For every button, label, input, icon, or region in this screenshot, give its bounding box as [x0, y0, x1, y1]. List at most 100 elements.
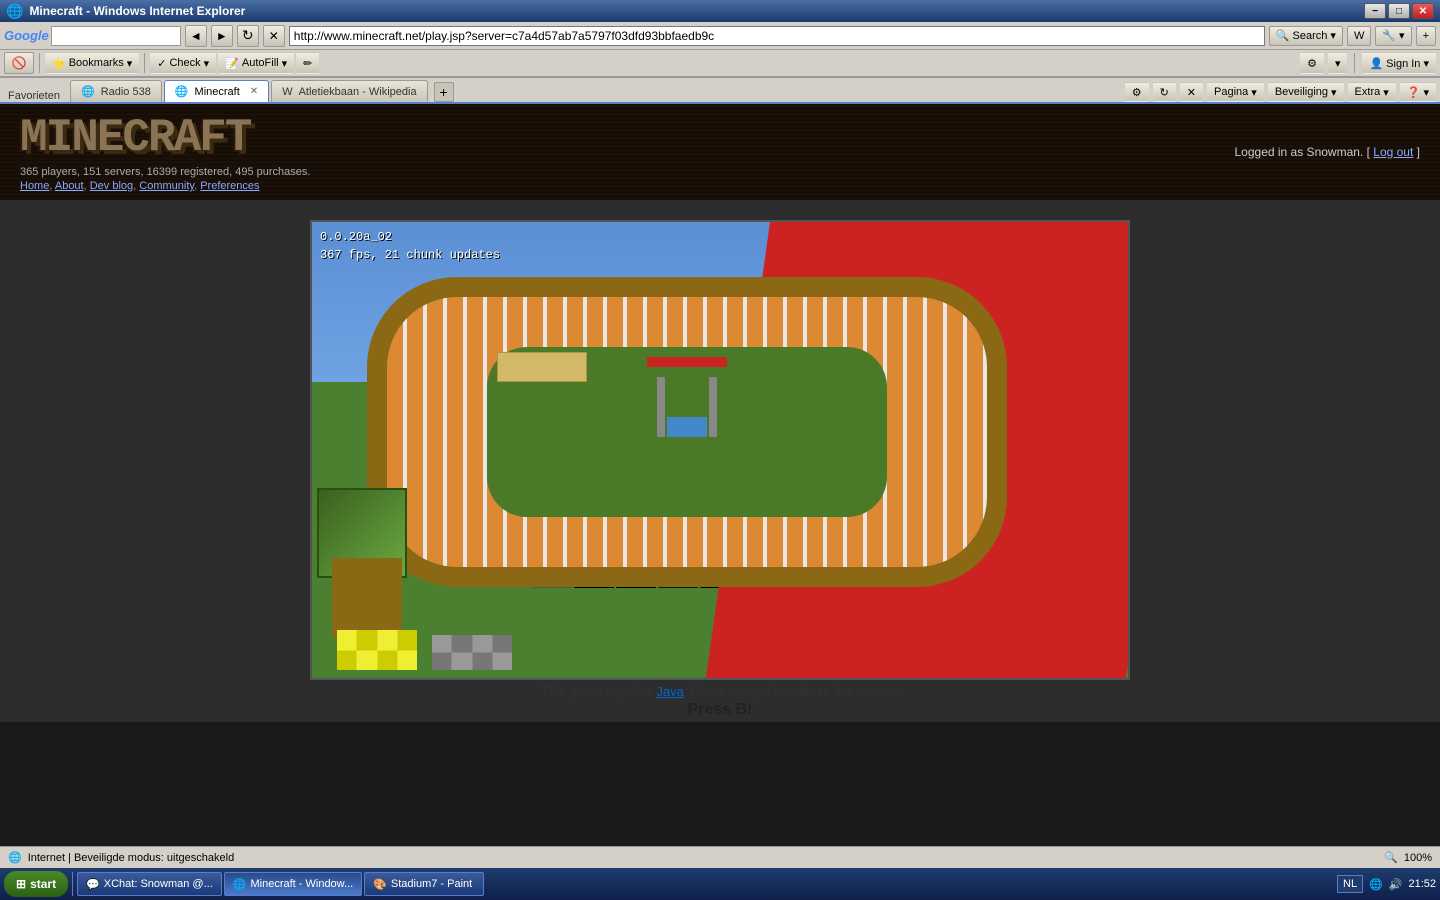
ie-settings2-button[interactable]: ▾: [1328, 52, 1348, 74]
mc-user-area: Logged in as Snowman. [ Log out ]: [1235, 145, 1421, 159]
refresh-button[interactable]: ↻: [237, 25, 259, 47]
mc-lanes: [387, 297, 987, 567]
taskbar-paint[interactable]: 🎨 Stadium7 - Paint: [364, 872, 484, 896]
back-button[interactable]: ◄: [185, 25, 207, 47]
ie-settings-button[interactable]: ⚙: [1300, 52, 1324, 74]
game-canvas[interactable]: 0.0.20a_02 367 fps, 21 chunk updates: [310, 220, 1130, 680]
tab-wikipedia[interactable]: W Atletiekbaan - Wikipedia: [271, 80, 427, 102]
tab-label: Atletiekbaan - Wikipedia: [299, 86, 417, 98]
xchat-icon: 💬: [86, 878, 100, 891]
separator3: [1354, 53, 1355, 73]
page-button[interactable]: Pagina▾: [1207, 82, 1264, 102]
nav-home[interactable]: Home: [20, 180, 49, 192]
forward-button[interactable]: ►: [211, 25, 233, 47]
address-bar: Google ◄ ► ↻ ✕ 🔍 Search ▾ W 🔧 ▾ +: [0, 22, 1440, 50]
mc-hurdle: [647, 357, 727, 437]
check-dropdown: ▾: [204, 57, 210, 70]
maximize-button[interactable]: □: [1388, 3, 1410, 19]
bookmarks-dropdown: ▾: [127, 57, 133, 70]
highlight-icon: ✏: [303, 57, 312, 70]
mc-gray-blocks: [432, 635, 512, 670]
close-button[interactable]: ✕: [1412, 3, 1434, 19]
mc-building: [332, 558, 402, 638]
separator2: [144, 53, 145, 73]
highlight-button[interactable]: ✏: [296, 52, 319, 74]
tabs-bar: Favorieten 🌐 Radio 538 🌐 Minecraft ✕ W A…: [0, 78, 1440, 104]
game-container: 0.0.20a_02 367 fps, 21 chunk updates: [0, 200, 1440, 722]
clock: 21:52: [1408, 877, 1436, 891]
favorieten-label: Favorieten: [4, 90, 64, 102]
tools-button[interactable]: 🔧 ▾: [1375, 26, 1411, 46]
separator1: [39, 53, 40, 73]
check-icon: ✓: [157, 57, 166, 70]
refresh2-button[interactable]: ↻: [1153, 82, 1176, 102]
bookmarks-icon: ⭐: [52, 57, 66, 70]
tab-label: Minecraft: [195, 86, 240, 98]
search-dropdown-icon: ▾: [1330, 29, 1336, 42]
mc-debug: 0.0.20a_02 367 fps, 21 chunk updates: [320, 228, 500, 264]
window-controls: − □ ✕: [1364, 3, 1434, 19]
mc-yellow-blocks: [337, 630, 417, 670]
taskbar-minecraft[interactable]: 🌐 Minecraft - Window...: [224, 872, 362, 896]
toolbar-icon1[interactable]: 🚫: [4, 52, 34, 74]
check-button[interactable]: ✓ Check ▾: [150, 52, 216, 74]
stop2-button[interactable]: ✕: [1180, 82, 1203, 102]
tab-icon: W: [282, 86, 292, 98]
press-b-text: Press B!: [688, 701, 753, 719]
zoom-icon: 🔍: [1384, 851, 1398, 864]
status-zoom: 🔍 100%: [1384, 851, 1432, 864]
windows-icon: ⊞: [16, 877, 26, 891]
add-button[interactable]: +: [1416, 26, 1436, 46]
taskbar: ⊞ start 💬 XChat: Snowman @... 🌐 Minecraf…: [0, 868, 1440, 900]
mc-inner-field: [487, 347, 887, 517]
mc-track-outer: [367, 277, 1007, 587]
url-input[interactable]: [289, 26, 1265, 46]
new-tab-button[interactable]: +: [434, 82, 454, 102]
search-button[interactable]: 🔍 Search ▾: [1269, 26, 1343, 46]
mc-stats: 365 players, 151 servers, 16399 register…: [20, 166, 310, 178]
taskbar-sep1: [72, 872, 73, 896]
status-zone: 🌐 Internet | Beveiligde modus: uitgescha…: [8, 851, 234, 864]
autofill-button[interactable]: 📝 AutoFill ▾: [218, 52, 294, 74]
logout-link[interactable]: Log out: [1373, 145, 1413, 159]
nav-preferences[interactable]: Preferences: [200, 180, 259, 192]
sign-in-button[interactable]: 👤 Sign In ▾: [1362, 52, 1436, 74]
ie-status-bar: 🌐 Internet | Beveiligde modus: uitgescha…: [0, 846, 1440, 868]
user-icon: 👤: [1369, 57, 1383, 70]
status-icon: 🌐: [8, 851, 22, 864]
nav-about[interactable]: About: [55, 180, 84, 192]
help-button[interactable]: ❓▾: [1400, 82, 1436, 102]
window-title-area: 🌐 Minecraft - Windows Internet Explorer: [6, 3, 245, 20]
google-search-area: Google: [4, 26, 181, 46]
java-link[interactable]: Java: [656, 684, 683, 699]
paint-icon: 🎨: [373, 878, 387, 891]
start-button[interactable]: ⊞ start: [4, 871, 68, 897]
google-logo: Google: [4, 28, 49, 43]
minecraft-page: MINECRAFT 365 players, 151 servers, 1639…: [0, 104, 1440, 722]
nav-community[interactable]: Community: [139, 180, 194, 192]
window-title: Minecraft - Windows Internet Explorer: [29, 4, 245, 18]
tab-label: Radio 538: [101, 86, 151, 98]
minimize-button[interactable]: −: [1364, 3, 1386, 19]
volume-icon: 🔊: [1389, 878, 1403, 891]
security-button[interactable]: Beveiliging▾: [1268, 82, 1344, 102]
title-bar: 🌐 Minecraft - Windows Internet Explorer …: [0, 0, 1440, 22]
network-icon: 🌐: [1369, 878, 1383, 891]
extra-button[interactable]: Extra▾: [1348, 82, 1396, 102]
wiki-button[interactable]: W: [1347, 26, 1371, 46]
tab-radio538[interactable]: 🌐 Radio 538: [70, 80, 162, 102]
search-icon: 🔍: [1276, 29, 1290, 42]
mc-logo: MINECRAFT: [20, 112, 310, 164]
bookmarks-button[interactable]: ⭐ Bookmarks ▾: [45, 52, 139, 74]
nav-devblog[interactable]: Dev blog: [90, 180, 133, 192]
stop-button[interactable]: ✕: [263, 25, 285, 47]
autofill-icon: 📝: [225, 57, 239, 70]
ie-right-buttons: ⚙ ↻ ✕ Pagina▾ Beveiliging▾ Extra▾ ❓▾: [1125, 82, 1436, 102]
minecraft-icon: 🌐: [233, 878, 247, 891]
taskbar-xchat[interactable]: 💬 XChat: Snowman @...: [77, 872, 222, 896]
tab-close-button[interactable]: ✕: [250, 86, 258, 97]
tab-minecraft[interactable]: 🌐 Minecraft ✕: [164, 80, 269, 102]
google-search-input[interactable]: [51, 26, 181, 46]
game-message: This game requires Java. Press escape to…: [542, 684, 899, 699]
compat-button[interactable]: ⚙: [1125, 82, 1149, 102]
